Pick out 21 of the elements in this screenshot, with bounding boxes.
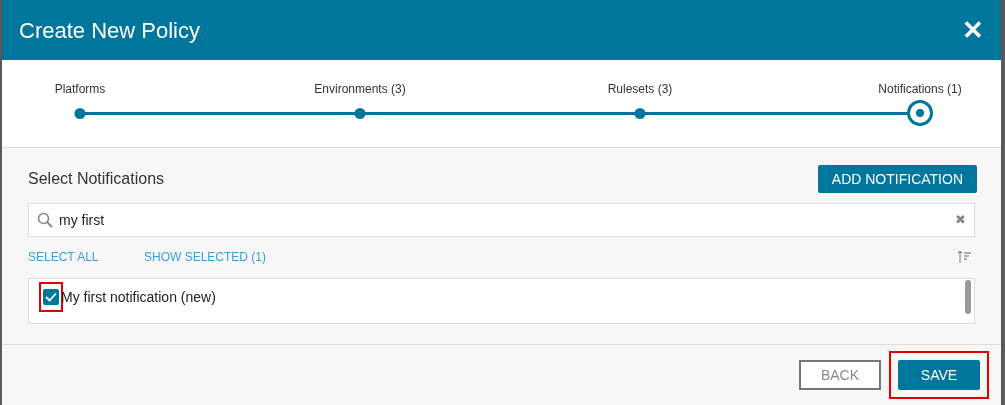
add-notification-button[interactable]: ADD NOTIFICATION <box>817 165 977 193</box>
clear-button[interactable]: ✖ <box>955 210 966 230</box>
filter-link[interactable]: SHOW SELECTED (1) <box>144 248 266 266</box>
scrollbar-thumb[interactable] <box>965 280 971 314</box>
section-title: Select Notifications <box>28 169 165 189</box>
close-button[interactable]: ✕ <box>962 17 984 43</box>
step-label: Environments (3) <box>314 81 406 98</box>
step-label: Rulesets (3) <box>607 81 673 98</box>
checkbox[interactable] <box>43 289 59 305</box>
check-icon <box>45 292 57 302</box>
save-button[interactable]: SAVE <box>898 360 980 390</box>
step-label: Platforms <box>54 81 106 98</box>
back-button[interactable]: BACK <box>799 360 881 390</box>
dialog-title: Create New Policy <box>19 16 200 45</box>
search-value: my first <box>59 210 106 230</box>
step-current-marker[interactable] <box>907 100 933 126</box>
search-icon <box>37 212 53 228</box>
step-label: Notifications (1) <box>878 81 962 98</box>
search-field[interactable]: my first ✖ <box>28 203 975 237</box>
filter-link[interactable]: SELECT ALL <box>28 248 144 266</box>
sort-icon[interactable] <box>957 251 971 263</box>
